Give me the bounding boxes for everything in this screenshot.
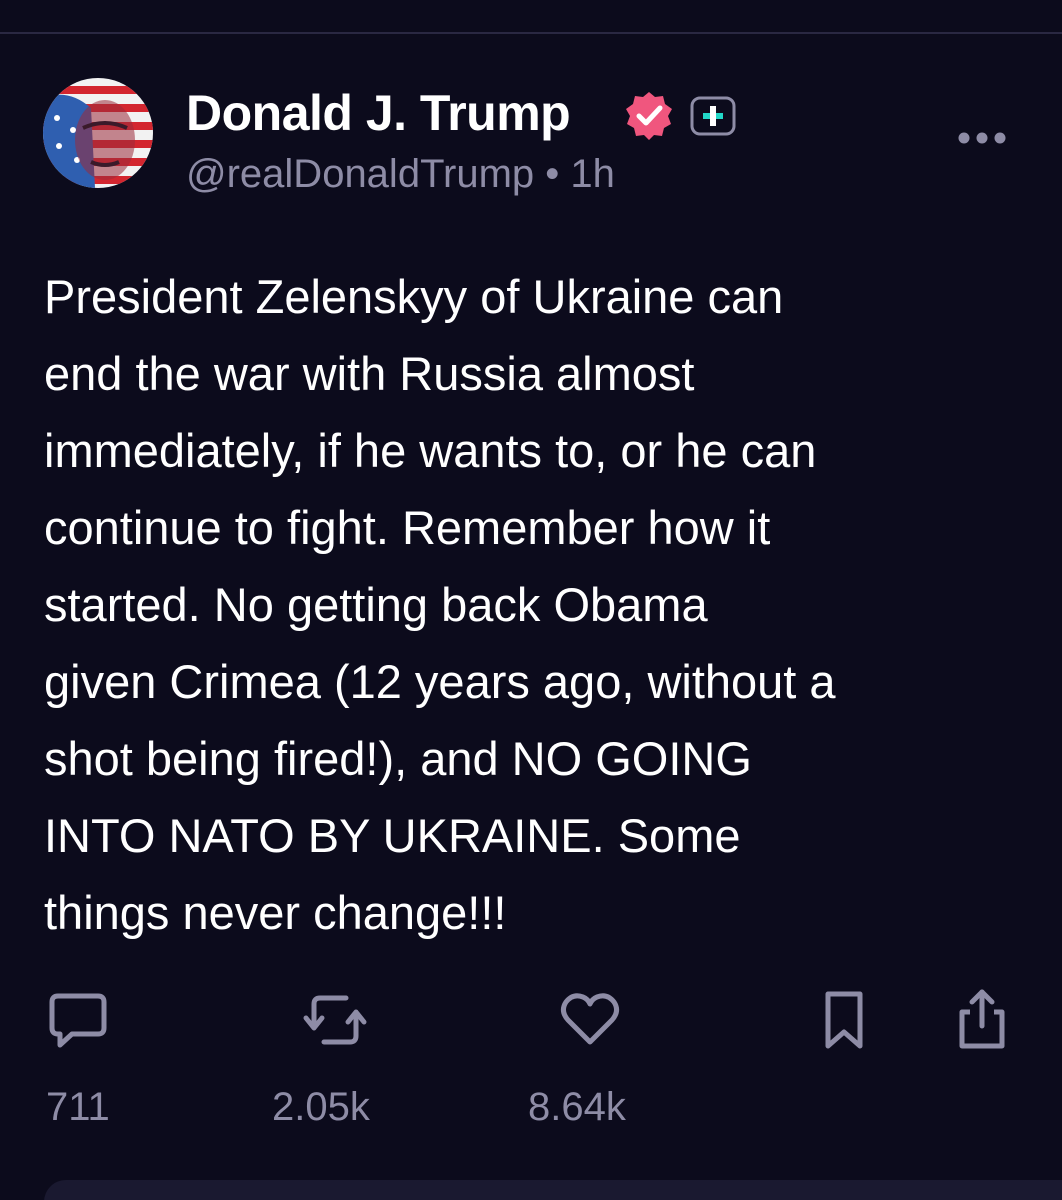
share-icon <box>959 989 1005 1049</box>
like-count: 8.64k <box>528 1085 626 1129</box>
post-screen: Donald J. Trump @realDonaldTrump • 1h Pr… <box>0 0 1062 1200</box>
top-divider <box>0 32 1062 34</box>
next-card-edge <box>44 1180 1062 1200</box>
reply-count: 711 <box>46 1085 110 1129</box>
heart-icon <box>560 993 620 1045</box>
repost-button[interactable] <box>300 988 370 1052</box>
verified-badge-icon <box>626 92 672 140</box>
reply-button[interactable] <box>46 988 110 1052</box>
repost-icon <box>303 995 367 1045</box>
handle-and-time[interactable]: @realDonaldTrump • 1h <box>186 150 615 198</box>
avatar[interactable] <box>43 78 153 188</box>
share-button[interactable] <box>950 988 1014 1052</box>
bookmark-button[interactable] <box>812 988 876 1052</box>
bookmark-icon <box>825 991 863 1049</box>
comment-icon <box>49 993 107 1048</box>
plus-badge-icon <box>690 96 736 136</box>
post-text: President Zelenskyy of Ukraine can end t… <box>44 270 836 939</box>
more-options-icon[interactable] <box>950 118 1014 158</box>
like-button[interactable] <box>558 988 622 1052</box>
repost-count: 2.05k <box>272 1085 370 1129</box>
display-name[interactable]: Donald J. Trump <box>186 84 571 142</box>
